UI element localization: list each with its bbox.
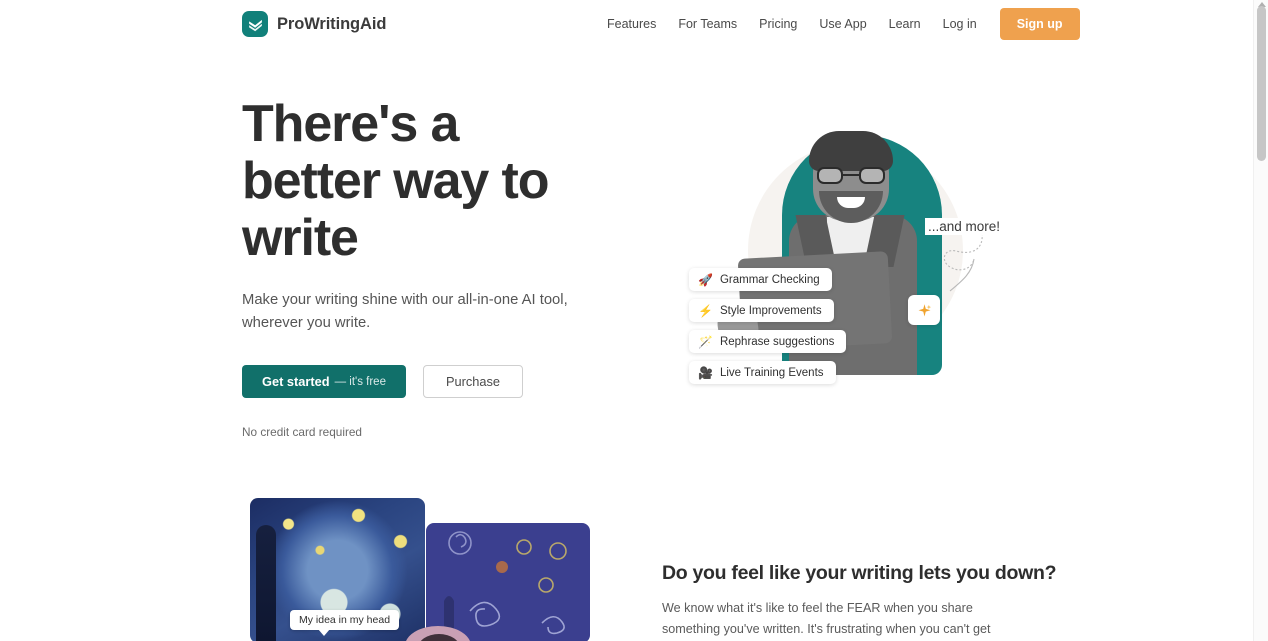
feature-pill-label: Live Training Events	[719, 366, 824, 379]
hero-copy: There's a better way to write Make your …	[242, 96, 642, 439]
feature-pill-list: 🚀 Grammar Checking ⚡ Style Improvements …	[689, 268, 847, 384]
nav-link-pricing[interactable]: Pricing	[748, 11, 808, 37]
hero-illustration: ...and more! 🚀 Grammar Checking ⚡ Style …	[660, 103, 1020, 403]
nav-link-for-teams[interactable]: For Teams	[667, 11, 748, 37]
purchase-button[interactable]: Purchase	[422, 365, 524, 398]
feature-pill-rephrase-suggestions: 🪄 Rephrase suggestions	[689, 330, 847, 353]
hero-cta-group: Get started — it's free Purchase	[242, 365, 642, 398]
hero-section: There's a better way to write Make your …	[0, 48, 1253, 468]
page-scrollbar[interactable]	[1253, 0, 1268, 641]
hero-title: There's a better way to write	[242, 95, 550, 267]
lightning-icon: ⚡	[698, 303, 713, 318]
rocket-icon: 🚀	[698, 272, 713, 287]
get-started-label: Get started	[262, 374, 330, 389]
person-glasses-icon	[817, 167, 885, 184]
get-started-sublabel: — it's free	[334, 375, 386, 388]
sparkle-icon	[908, 295, 940, 325]
my-idea-label: My idea in my head	[290, 610, 400, 636]
idea-comparison-illustration: My idea in my head	[250, 498, 590, 641]
book-check-logo-icon	[242, 11, 268, 37]
sign-up-button[interactable]: Sign up	[999, 8, 1080, 40]
feature-pill-label: Style Improvements	[719, 304, 822, 317]
feature-pill-style-improvements: ⚡ Style Improvements	[689, 299, 834, 322]
no-credit-card-note: No credit card required	[242, 425, 362, 439]
get-started-button[interactable]: Get started — it's free	[242, 365, 406, 398]
nav-link-log-in[interactable]: Log in	[932, 11, 988, 37]
feature-pill-grammar-checking: 🚀 Grammar Checking	[689, 268, 832, 291]
magic-wand-icon: 🪄	[698, 334, 713, 349]
scrollbar-thumb[interactable]	[1257, 6, 1266, 161]
brand-logo-link[interactable]: ProWritingAid	[242, 11, 386, 37]
hero-subtitle: Make your writing shine with our all-in-…	[242, 292, 568, 331]
nav-link-use-app[interactable]: Use App	[808, 11, 877, 37]
lower-section-body: We know what it's like to feel the FEAR …	[662, 601, 991, 636]
sketchy-version-image	[426, 523, 590, 641]
page-root: ProWritingAid Features For Teams Pricing…	[0, 0, 1268, 641]
lower-section: My idea in my head Do you feel like your…	[0, 468, 1253, 641]
main-navigation: Features For Teams Pricing Use App Learn…	[595, 8, 1080, 40]
and-more-label: ...and more!	[925, 218, 1004, 235]
feature-pill-label: Grammar Checking	[719, 273, 820, 286]
feature-pill-live-training-events: 🎥 Live Training Events	[689, 361, 836, 384]
feature-pill-label: Rephrase suggestions	[719, 335, 835, 348]
nav-link-features[interactable]: Features	[595, 11, 667, 37]
cypress-tree	[256, 525, 276, 641]
person-hair	[809, 131, 893, 171]
brand-name: ProWritingAid	[277, 14, 387, 33]
lower-section-title: Do you feel like your writing lets you d…	[662, 562, 1057, 584]
site-header: ProWritingAid Features For Teams Pricing…	[0, 0, 1253, 48]
lower-copy: Do you feel like your writing lets you d…	[662, 562, 1057, 641]
video-camera-icon: 🎥	[698, 365, 713, 380]
nav-link-learn[interactable]: Learn	[878, 11, 932, 37]
